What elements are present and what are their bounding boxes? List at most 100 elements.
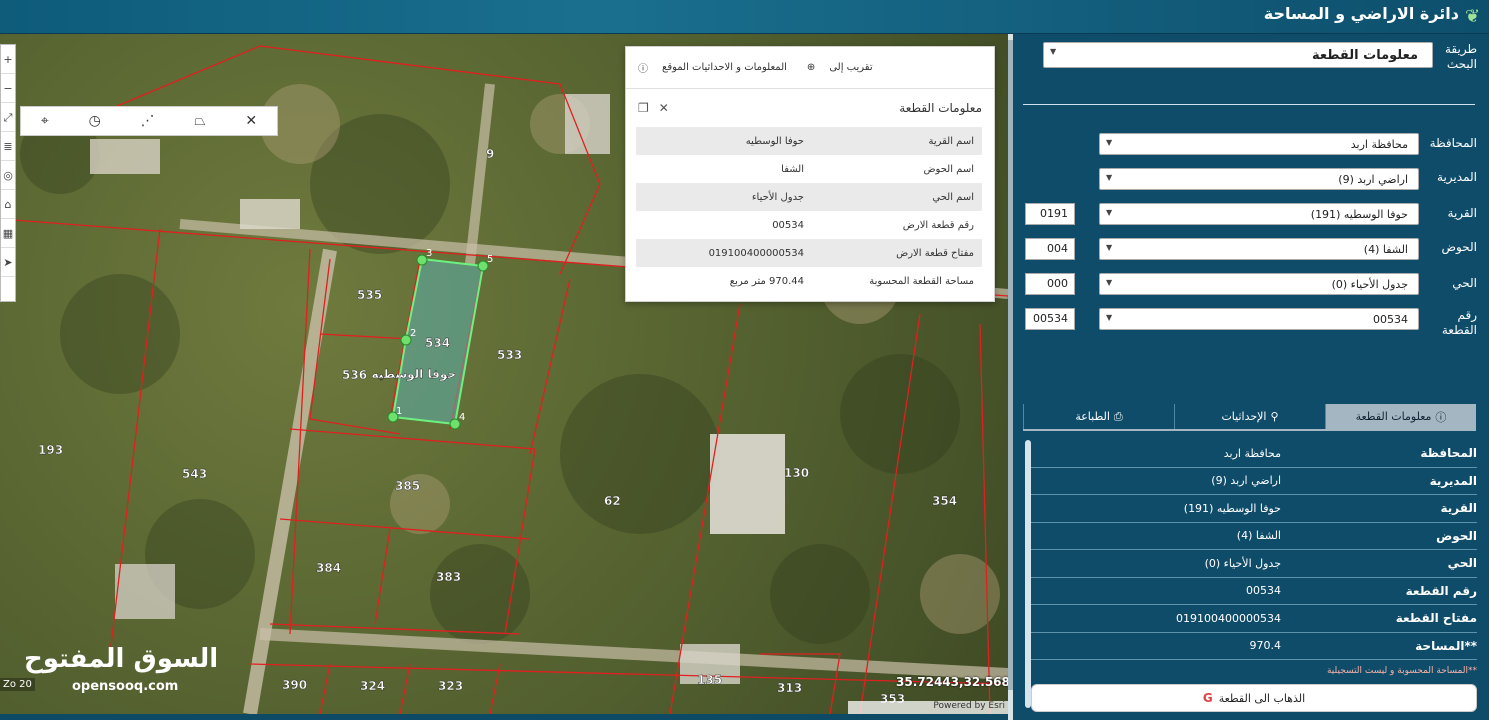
list-item: رقم القطعة 00534 bbox=[1031, 578, 1477, 605]
close-icon[interactable]: ✕ bbox=[659, 101, 669, 115]
home-icon[interactable]: ⌂ bbox=[1, 190, 15, 219]
layers-icon[interactable]: ≣ bbox=[1, 132, 15, 161]
chevron-down-icon: ▼ bbox=[1106, 208, 1113, 217]
directorate-select[interactable]: اراضي اربد (9) ▼ bbox=[1099, 168, 1419, 190]
map-tools-vertical: + − ⤢ ≣ ◎ ⌂ ▦ ➤ bbox=[0, 44, 16, 302]
svg-text:535: 535 bbox=[357, 288, 382, 302]
svg-text:533: 533 bbox=[497, 348, 522, 362]
list-item: مفتاح القطعة 019100400000534 bbox=[1031, 605, 1477, 633]
google-icon: G bbox=[1202, 691, 1213, 705]
popup-table: اسم القرية حوفا الوسطيه اسم الحوض الشفا اس… bbox=[636, 127, 982, 295]
location-pin-icon: ⚲ bbox=[1270, 410, 1279, 423]
info-icon: ⓘ bbox=[1435, 410, 1447, 424]
search-panel: طريقة البحث معلومات القطعة ▼ المحافظة مح… bbox=[1013, 34, 1489, 720]
go-to-parcel-button[interactable]: الذهاب الى القطعة G bbox=[1031, 684, 1477, 712]
parcel-popup: ⓘ المعلومات و الاحداثيات الموقع ⊕ تقريب … bbox=[625, 46, 995, 302]
chevron-down-icon: ▼ bbox=[1106, 138, 1113, 147]
watermark-sub: opensooq.com bbox=[72, 679, 179, 694]
point-tool-icon[interactable]: ⌖ bbox=[41, 113, 49, 129]
zoom-level: Zo 20 bbox=[0, 678, 35, 691]
svg-text:9: 9 bbox=[486, 147, 494, 161]
tab-parcel-info[interactable]: ⓘ معلومات القطعة bbox=[1325, 404, 1476, 429]
compass-icon[interactable]: ➤ bbox=[1, 248, 15, 277]
chevron-down-icon: ▼ bbox=[1106, 313, 1113, 322]
chevron-down-icon: ▼ bbox=[1050, 47, 1057, 56]
svg-text:390: 390 bbox=[282, 678, 307, 692]
basin-select[interactable]: الشفا (4) ▼ bbox=[1099, 238, 1419, 260]
list-item: المحافظة محافظة اربد bbox=[1031, 440, 1477, 468]
governorate-select[interactable]: محافظة اربد ▼ bbox=[1099, 133, 1419, 155]
svg-text:543: 543 bbox=[182, 467, 207, 481]
parcel-number-select[interactable]: 00534 ▼ bbox=[1099, 308, 1419, 330]
basemap-icon[interactable]: ▦ bbox=[1, 219, 15, 248]
popup-controls: ❐ ✕ bbox=[638, 101, 669, 115]
divider bbox=[1023, 104, 1475, 105]
svg-text:536: 536 bbox=[342, 368, 367, 382]
basin-code[interactable]: 004 bbox=[1025, 238, 1075, 260]
svg-text:534: 534 bbox=[425, 336, 450, 350]
vertex-label: 1 bbox=[396, 406, 402, 417]
dock-icon[interactable]: ❐ bbox=[638, 101, 649, 115]
field-label: المديرية bbox=[1437, 170, 1477, 184]
table-row: رقم قطعة الارض 00534 bbox=[772, 219, 974, 231]
info-coords-link[interactable]: المعلومات و الاحداثيات الموقع bbox=[662, 62, 787, 73]
district-select[interactable]: جدول الأحياء (0) ▼ bbox=[1099, 273, 1419, 295]
list-item: الحوض الشفا (4) bbox=[1031, 523, 1477, 550]
svg-text:385: 385 bbox=[395, 479, 420, 493]
svg-text:193: 193 bbox=[38, 443, 63, 457]
area-note: **المساحة المحسوبة و ليست التسجيلية bbox=[1326, 666, 1477, 676]
search-method-select[interactable]: معلومات القطعة ▼ bbox=[1043, 42, 1433, 68]
svg-text:313: 313 bbox=[777, 681, 802, 695]
list-item: المديرية اراضي اربد (9) bbox=[1031, 468, 1477, 495]
expand-icon[interactable]: ⤢ bbox=[1, 103, 15, 132]
district-code[interactable]: 000 bbox=[1025, 273, 1075, 295]
info-icon: ⓘ bbox=[638, 64, 648, 75]
chevron-down-icon: ▼ bbox=[1106, 278, 1113, 287]
app-header: دائرة الاراضي و المساحة ❦ bbox=[0, 0, 1489, 34]
circle-tool-icon[interactable]: ◷ bbox=[89, 113, 101, 129]
svg-text:62: 62 bbox=[604, 494, 621, 508]
table-row: مفتاح قطعة الارض 019100400000534 bbox=[636, 239, 982, 267]
locate-icon[interactable]: ◎ bbox=[1, 161, 15, 190]
zoom-out-icon[interactable]: − bbox=[1, 74, 15, 103]
app-title: دائرة الاراضي و المساحة bbox=[1263, 4, 1459, 23]
chevron-down-icon: ▼ bbox=[1106, 173, 1113, 182]
polygon-tool-icon[interactable]: ⏢ bbox=[194, 113, 205, 129]
field-label: الحوض bbox=[1441, 240, 1477, 254]
svg-text:135: 135 bbox=[697, 673, 722, 687]
field-label: المحافظة bbox=[1429, 136, 1477, 150]
table-row: مساحة القطعة المحسوبة 970.44 متر مربع bbox=[729, 275, 974, 287]
watermark: السوق المفتوح bbox=[24, 644, 219, 674]
polyline-tool-icon[interactable]: ⋰ bbox=[141, 113, 155, 129]
parcel-code[interactable]: 00534 bbox=[1025, 308, 1075, 330]
field-label: رقم القطعة bbox=[1441, 308, 1477, 337]
popup-actions: ⓘ المعلومات و الاحداثيات الموقع ⊕ تقريب … bbox=[626, 47, 994, 89]
popup-title: معلومات القطعة bbox=[899, 101, 982, 115]
svg-text:130: 130 bbox=[784, 466, 809, 480]
zoom-in-icon[interactable]: + bbox=[1, 45, 15, 74]
coordinate-readout: 35.72443,32.56896 bbox=[896, 675, 1008, 689]
svg-text:383: 383 bbox=[436, 570, 461, 584]
svg-text:2: 2 bbox=[410, 328, 416, 339]
info-scrollbar[interactable] bbox=[1025, 440, 1031, 708]
table-row: اسم الحي جدول الأحياء bbox=[636, 183, 982, 211]
svg-text:حوفا الوسطيه: حوفا الوسطيه bbox=[371, 367, 456, 382]
close-icon[interactable]: ✕ bbox=[245, 113, 257, 129]
parcel-info-list: المحافظة محافظة اربد المديرية اراضي اربد (… bbox=[1031, 440, 1477, 660]
table-row: اسم القرية حوفا الوسطيه bbox=[636, 127, 982, 155]
draw-toolbar: ⌖ ◷ ⋰ ⏢ ✕ bbox=[20, 106, 278, 136]
field-label: الحي bbox=[1452, 276, 1477, 290]
chevron-down-icon: ▼ bbox=[1106, 243, 1113, 252]
tab-print[interactable]: ⎙ الطباعة bbox=[1023, 404, 1174, 429]
village-code[interactable]: 0191 bbox=[1025, 203, 1075, 225]
list-item: الحي جدول الأحياء (0) bbox=[1031, 550, 1477, 578]
zoom-to-icon: ⊕ bbox=[806, 62, 816, 73]
village-select[interactable]: حوفا الوسطيه (191) ▼ bbox=[1099, 203, 1419, 225]
tab-coordinates[interactable]: ⚲ الإحداثيات bbox=[1174, 404, 1325, 429]
popup-header: معلومات القطعة ❐ ✕ bbox=[626, 89, 994, 127]
map-view[interactable]: 1 2 3 4 5 535 534 533 536 9 193 543 385 … bbox=[0, 34, 1008, 714]
search-method-label: طريقة البحث bbox=[1444, 42, 1477, 71]
zoom-to-link[interactable]: تقريب إلى bbox=[829, 62, 872, 73]
printer-icon: ⎙ bbox=[1113, 409, 1123, 423]
info-tabs: ⓘ معلومات القطعة ⚲ الإحداثيات ⎙ الطباعة bbox=[1023, 404, 1476, 429]
